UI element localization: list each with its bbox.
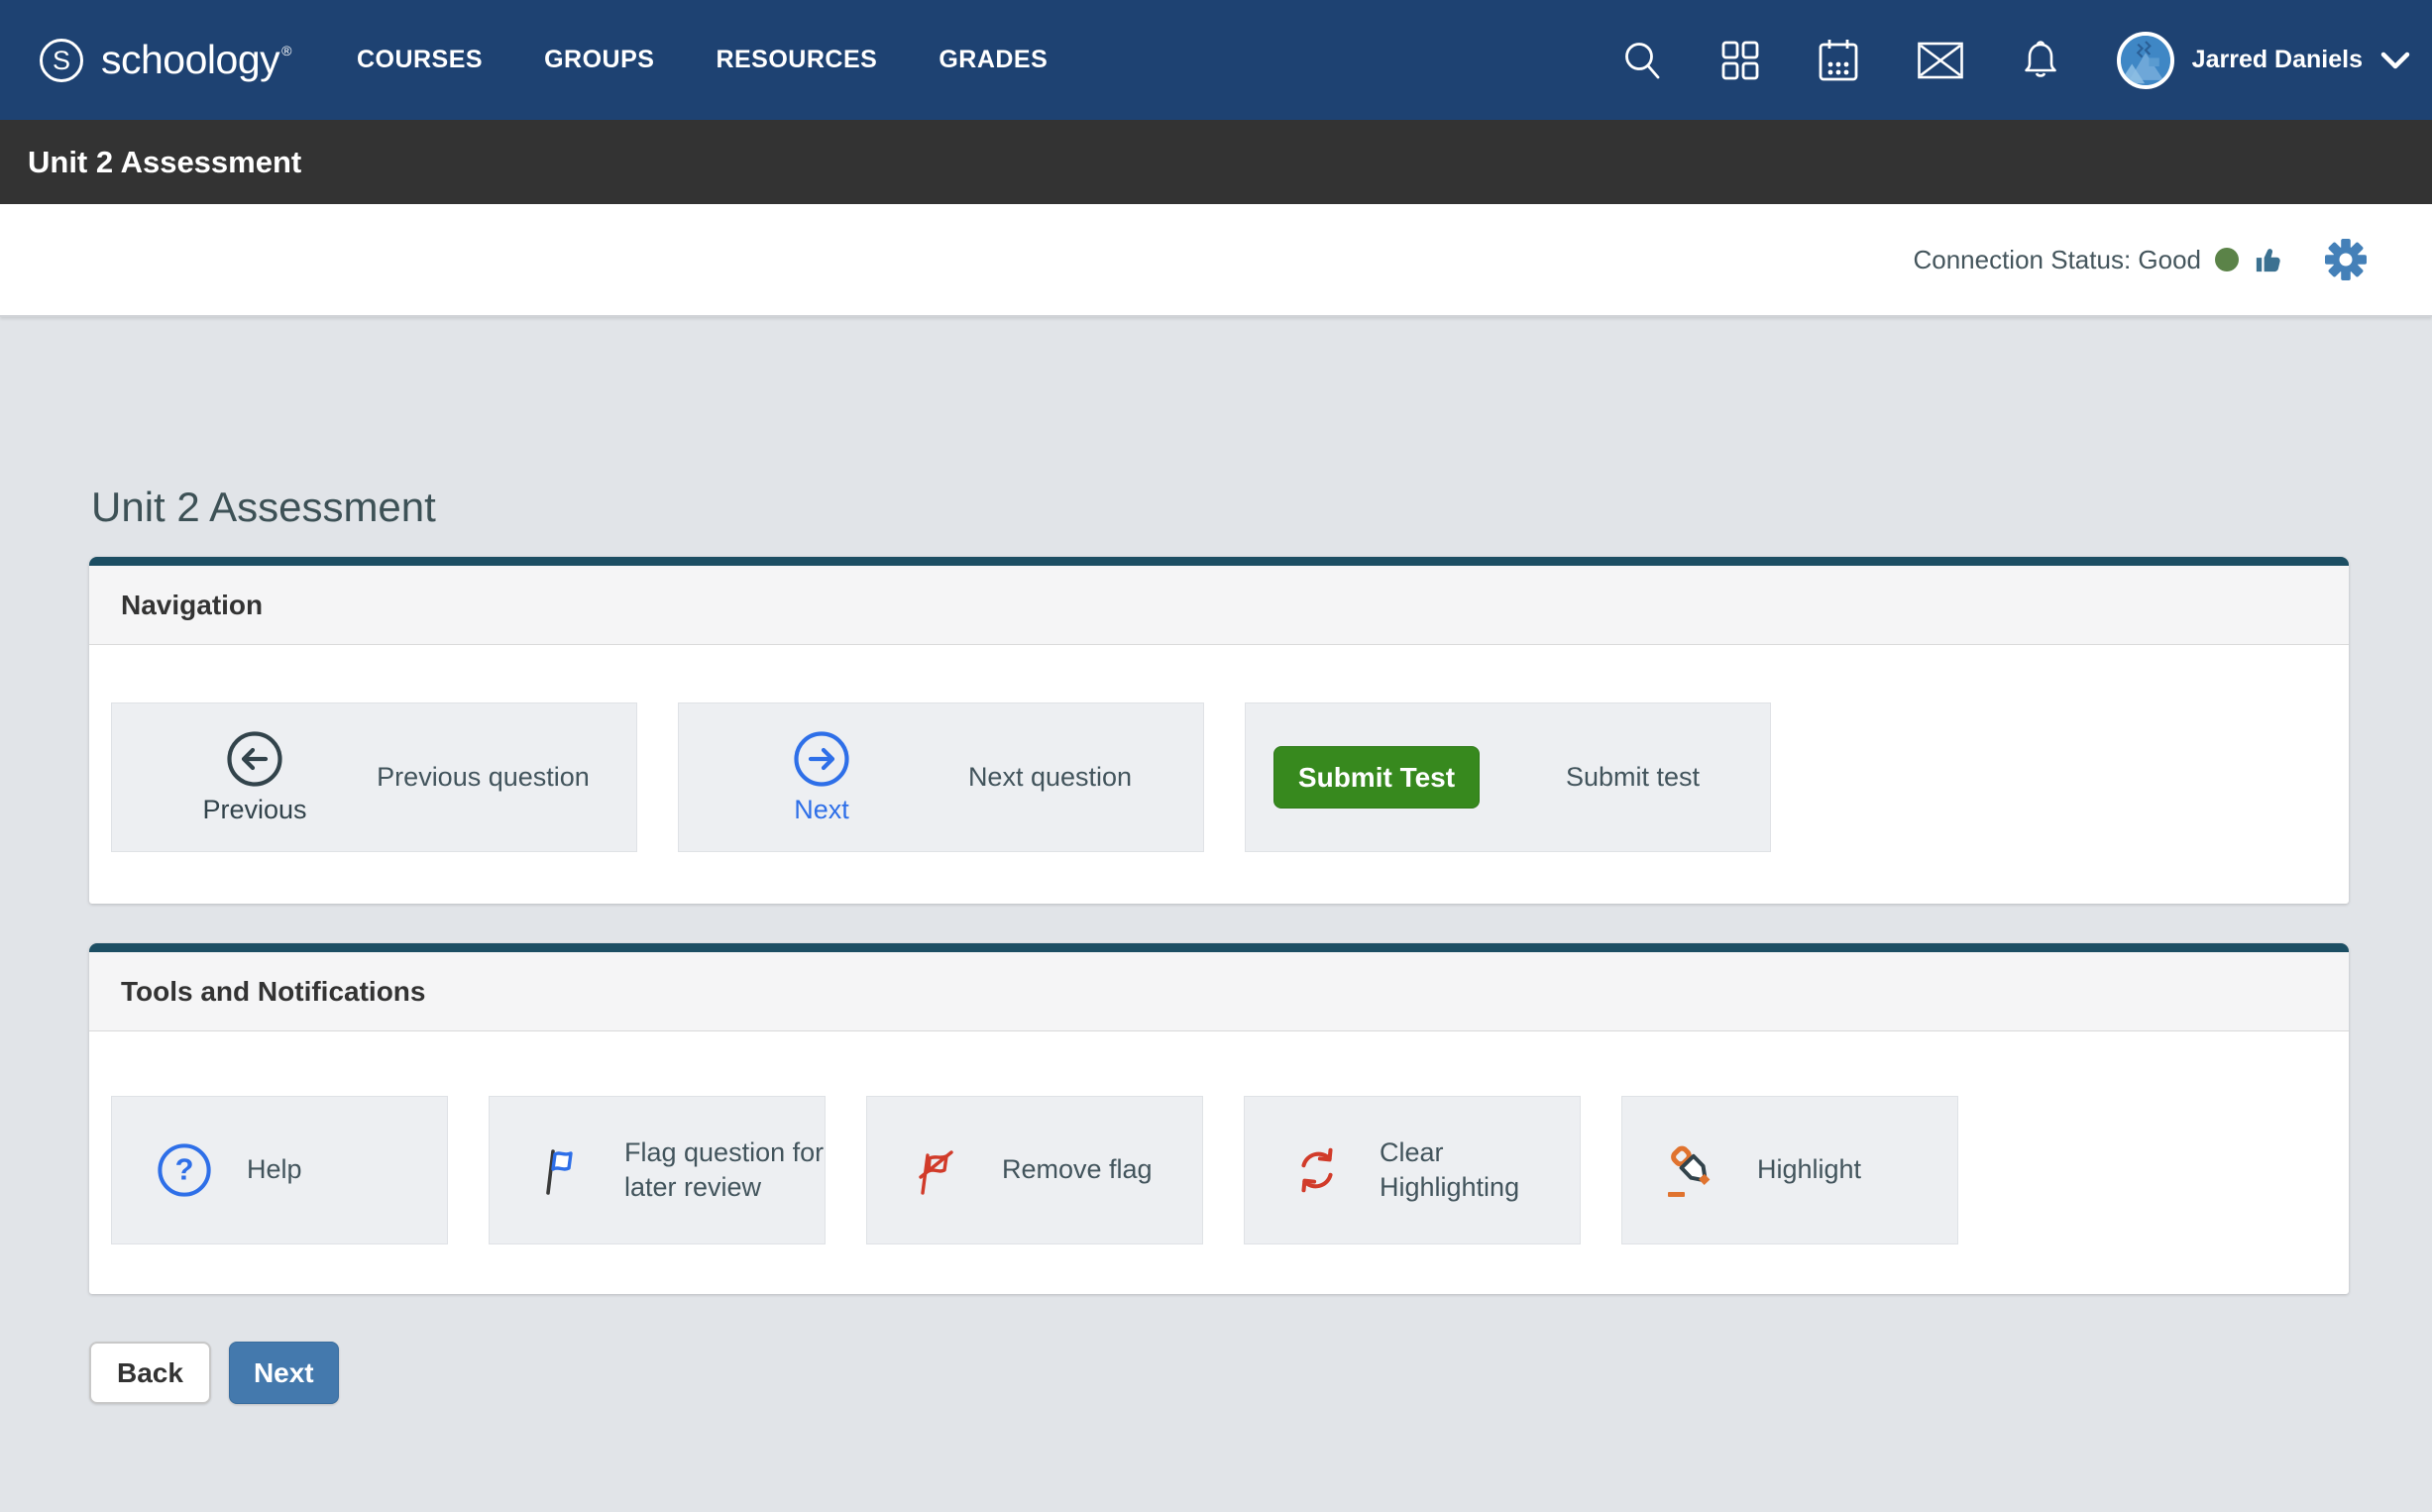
nav-item-grades[interactable]: GRADES bbox=[939, 46, 1048, 74]
next-icon-stack: Next bbox=[762, 730, 881, 825]
refresh-icon bbox=[1288, 1141, 1346, 1199]
clear-highlighting-label: Clear Highlighting bbox=[1380, 1135, 1580, 1205]
page-title: Unit 2 Assessment bbox=[91, 484, 2432, 531]
avatar[interactable] bbox=[2117, 32, 2174, 89]
calendar-icon[interactable] bbox=[1817, 38, 1860, 83]
footer-buttons: Back Next bbox=[89, 1342, 2432, 1404]
nav-item-groups[interactable]: GROUPS bbox=[544, 46, 654, 74]
flag-slash-icon bbox=[911, 1141, 968, 1199]
remove-flag-label: Remove flag bbox=[1002, 1152, 1153, 1187]
tools-panel-body: ? Help Flag question for later review bbox=[89, 1031, 2349, 1294]
brand-name: schoology® bbox=[101, 37, 291, 83]
previous-icon-stack: Previous bbox=[195, 730, 314, 825]
user-name: Jarred Daniels bbox=[2192, 46, 2363, 74]
next-question-card[interactable]: Next Next question bbox=[678, 702, 1204, 852]
next-button[interactable]: Next bbox=[229, 1342, 339, 1404]
schoology-logo[interactable]: S schoology® bbox=[38, 37, 291, 84]
navigation-panel-title: Navigation bbox=[121, 590, 263, 621]
flag-question-card[interactable]: Flag question for later review bbox=[489, 1096, 826, 1244]
chevron-down-icon[interactable] bbox=[2380, 51, 2410, 70]
previous-question-card[interactable]: Previous Previous question bbox=[111, 702, 637, 852]
submit-test-button[interactable]: Submit Test bbox=[1273, 746, 1480, 809]
registered-mark: ® bbox=[281, 43, 291, 58]
help-circle-icon: ? bbox=[156, 1141, 213, 1199]
navigation-panel-body: Previous Previous question Next Next qu bbox=[89, 645, 2349, 904]
main-content: Unit 2 Assessment Navigation Previous bbox=[0, 317, 2432, 1404]
clear-highlighting-card[interactable]: Clear Highlighting bbox=[1244, 1096, 1581, 1244]
nav-item-resources[interactable]: RESOURCES bbox=[716, 46, 877, 74]
circle-arrow-left-icon bbox=[226, 730, 283, 788]
nav-item-courses[interactable]: COURSES bbox=[357, 46, 483, 74]
header-actions: Jarred Daniels bbox=[1620, 32, 2410, 89]
settings-gear-icon[interactable] bbox=[2325, 239, 2367, 280]
schoology-s-icon: S bbox=[38, 37, 85, 84]
search-icon[interactable] bbox=[1620, 39, 1664, 82]
messages-icon[interactable] bbox=[1917, 41, 1964, 80]
connection-status-label: Connection Status: Good bbox=[1913, 245, 2201, 275]
previous-icon-label: Previous bbox=[202, 795, 306, 825]
flag-question-label: Flag question for later review bbox=[624, 1135, 825, 1205]
assessment-title-bar: Unit 2 Assessment bbox=[0, 120, 2432, 204]
next-icon-label: Next bbox=[794, 795, 849, 825]
status-dot bbox=[2215, 248, 2239, 271]
apps-grid-icon[interactable] bbox=[1720, 41, 1760, 80]
previous-question-label: Previous question bbox=[314, 762, 636, 793]
navigation-panel: Navigation Previous Previous question bbox=[89, 557, 2349, 904]
svg-text:S: S bbox=[53, 46, 70, 75]
help-label: Help bbox=[247, 1152, 302, 1187]
next-question-label: Next question bbox=[881, 762, 1203, 793]
circle-arrow-right-icon bbox=[793, 730, 850, 788]
status-bar: Connection Status: Good bbox=[0, 204, 2432, 317]
assessment-title: Unit 2 Assessment bbox=[28, 145, 301, 180]
submit-test-label: Submit test bbox=[1480, 762, 1770, 793]
tools-panel-title: Tools and Notifications bbox=[121, 976, 425, 1008]
submit-test-card[interactable]: Submit Test Submit test bbox=[1245, 702, 1771, 852]
svg-text:?: ? bbox=[175, 1152, 194, 1187]
remove-flag-card[interactable]: Remove flag bbox=[866, 1096, 1203, 1244]
highlight-label: Highlight bbox=[1757, 1152, 1861, 1187]
notifications-bell-icon[interactable] bbox=[2021, 39, 2060, 82]
tools-panel-header: Tools and Notifications bbox=[89, 952, 2349, 1031]
main-nav: COURSES GROUPS RESOURCES GRADES bbox=[357, 46, 1048, 74]
back-button[interactable]: Back bbox=[89, 1342, 211, 1404]
thumbs-up-icon bbox=[2253, 245, 2283, 275]
highlighter-icon bbox=[1666, 1141, 1723, 1199]
tools-panel: Tools and Notifications ? Help bbox=[89, 943, 2349, 1294]
app-header: S schoology® COURSES GROUPS RESOURCES GR… bbox=[0, 0, 2432, 120]
highlight-card[interactable]: Highlight bbox=[1621, 1096, 1958, 1244]
flag-icon bbox=[533, 1141, 591, 1199]
user-menu[interactable]: Jarred Daniels bbox=[2117, 32, 2410, 89]
help-card[interactable]: ? Help bbox=[111, 1096, 448, 1244]
navigation-panel-header: Navigation bbox=[89, 566, 2349, 645]
